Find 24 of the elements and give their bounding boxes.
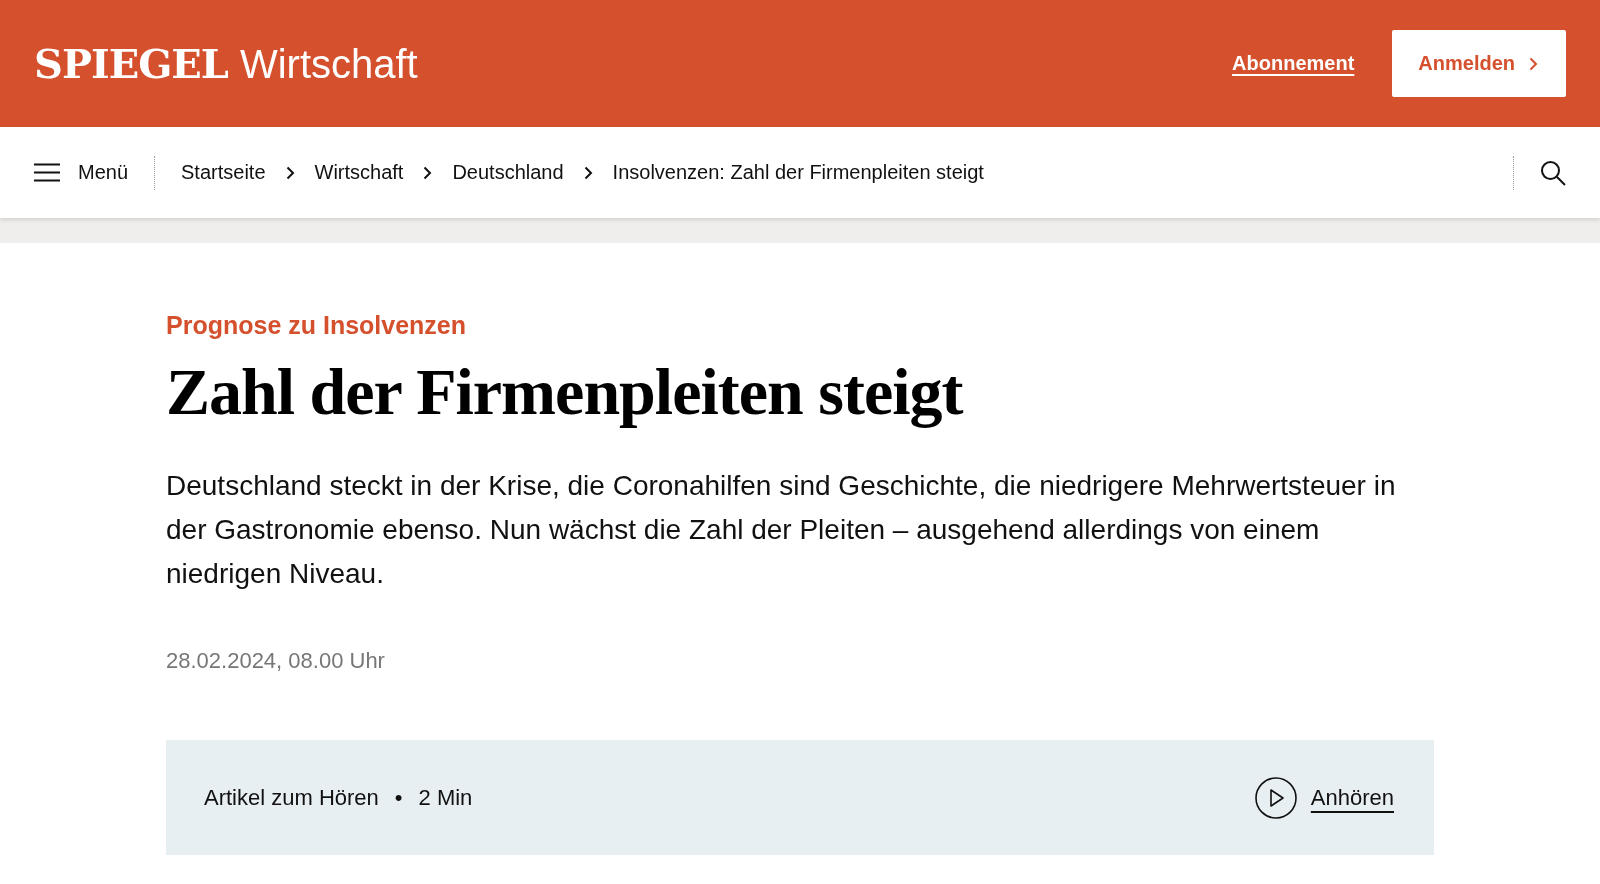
article-lead: Deutschland steckt in der Krise, die Coronahilfen sind Geschichte, die niedrigere Mehrwertsteuer in der Gastronomie ebenso. Nun wächst die Zahl der Pleiten – ausgehend allerdings von einem niedrigen Niveau. xyxy=(166,469,1396,591)
section-title[interactable]: Wirtschaft xyxy=(239,42,418,87)
article-title: Zahl der Firmenpleiten steigt xyxy=(166,354,965,430)
menu-icon xyxy=(34,163,60,182)
audio-label: Artikel zum Hören xyxy=(204,784,379,811)
breadcrumb-link[interactable]: Startseite xyxy=(181,161,266,184)
article-kicker: Prognose zu Insolvenzen xyxy=(166,311,468,340)
login-button[interactable]: Anmelden xyxy=(1392,30,1566,97)
audio-duration: 2 Min xyxy=(418,784,473,811)
chevron-right-icon xyxy=(1529,56,1538,71)
separator-dot: • xyxy=(394,784,403,811)
chevron-right-icon xyxy=(423,165,433,180)
chevron-right-icon xyxy=(583,165,593,180)
breadcrumb-link[interactable]: Deutschland xyxy=(452,161,564,184)
subscribe-link[interactable]: Abonnement xyxy=(1232,52,1355,75)
play-button[interactable]: Anhören xyxy=(1254,776,1394,819)
breadcrumb-link[interactable]: Insolvenzen: Zahl der Firmenpleiten steigt xyxy=(612,161,984,184)
menu-button[interactable]: Menü xyxy=(34,161,129,184)
site-logo[interactable]: SPIEGEL xyxy=(34,40,228,87)
play-icon xyxy=(1254,776,1297,819)
publish-date: 28.02.2024, 08.00 Uhr xyxy=(166,648,386,674)
chevron-right-icon xyxy=(285,165,295,180)
search-icon[interactable] xyxy=(1540,159,1566,186)
breadcrumb-link[interactable]: Wirtschaft xyxy=(314,161,404,184)
